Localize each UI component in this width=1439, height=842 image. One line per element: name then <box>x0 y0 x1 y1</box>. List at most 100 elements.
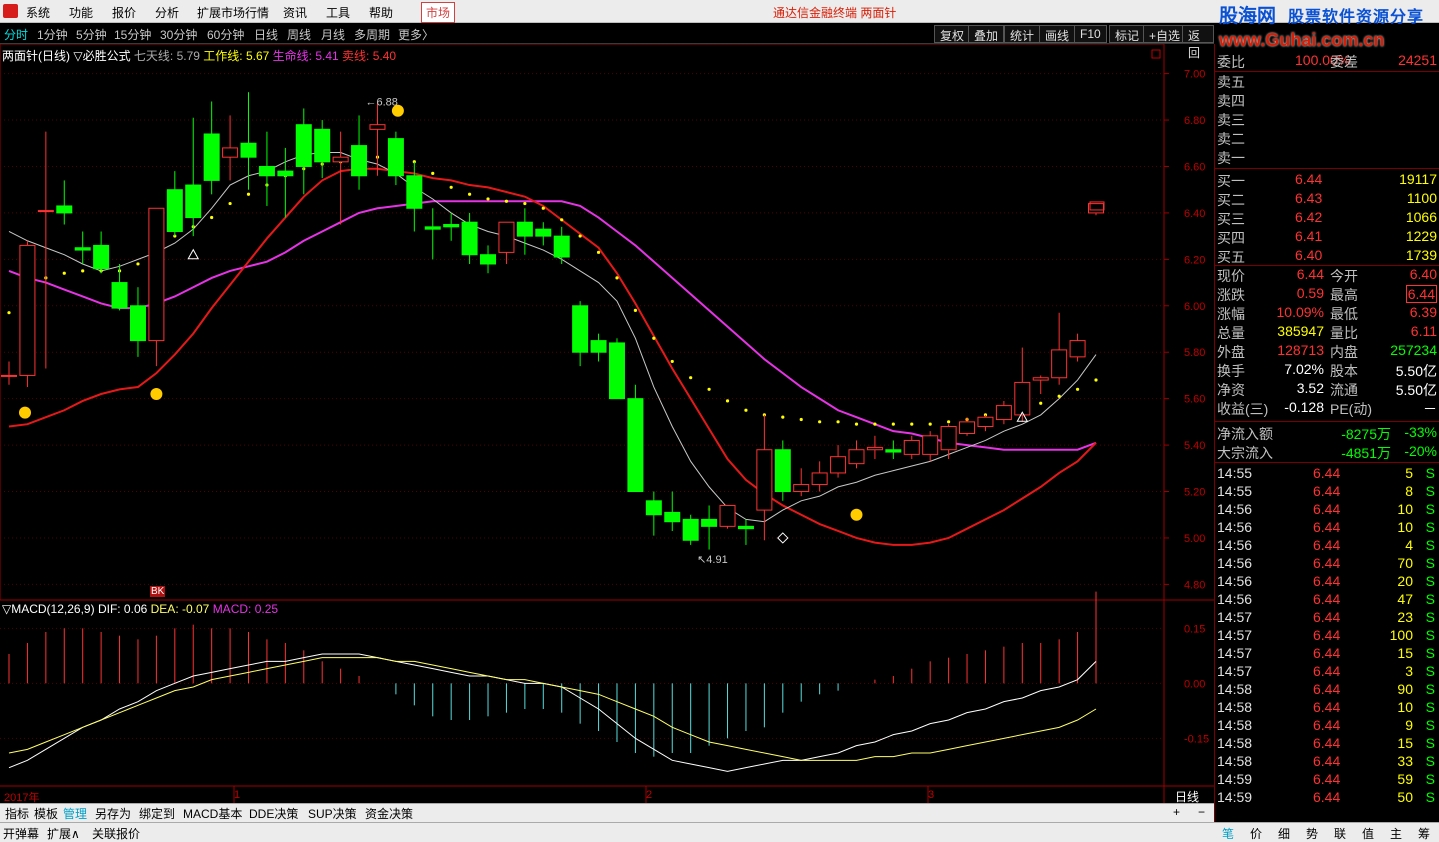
candle-body[interactable] <box>1051 349 1068 379</box>
extend-toggle[interactable]: 扩展∧ <box>47 825 80 842</box>
candle-body[interactable] <box>129 305 146 342</box>
toolbar-mark-button[interactable]: 标记 <box>1109 25 1146 43</box>
tick-row[interactable]: 14:57 6.44 23 S <box>1217 609 1439 627</box>
candle-body[interactable] <box>572 305 589 353</box>
candle-body[interactable] <box>590 340 607 353</box>
tick-row[interactable]: 14:57 6.44 3 S <box>1217 663 1439 681</box>
candle-body[interactable] <box>830 456 847 474</box>
kline-chart-svg[interactable]: 7.00 6.80 6.60 6.40 6.20 6.00 5.80 5.60 5.40 5.20… <box>0 44 1214 803</box>
toolbar-add-fav-button[interactable]: +自选 <box>1143 25 1187 43</box>
ask-row[interactable]: 卖三 <box>1217 110 1439 129</box>
candle-body[interactable] <box>793 484 810 493</box>
period-30min[interactable]: 30分钟 <box>160 26 197 43</box>
candle-body[interactable] <box>387 138 404 177</box>
candle-body[interactable] <box>516 221 533 237</box>
tick-row[interactable]: 14:55 6.44 8 S <box>1217 483 1439 501</box>
period-15min[interactable]: 15分钟 <box>114 26 151 43</box>
candle-body[interactable] <box>111 282 128 309</box>
menu-help[interactable]: 帮助 <box>369 4 393 21</box>
tick-row[interactable]: 14:57 6.44 100 S <box>1217 627 1439 645</box>
period-intraday[interactable]: 分时 <box>4 26 28 43</box>
rtab-price[interactable]: 价 <box>1250 825 1262 842</box>
candle-body[interactable] <box>977 416 994 428</box>
candle-body[interactable] <box>627 398 644 493</box>
tick-row[interactable]: 14:56 6.44 10 S <box>1217 501 1439 519</box>
tab-save-as[interactable]: 另存为 <box>92 805 134 822</box>
candle-body[interactable] <box>332 156 349 163</box>
candle-body[interactable] <box>19 244 36 376</box>
tick-row[interactable]: 14:56 6.44 20 S <box>1217 573 1439 591</box>
candle-body[interactable] <box>277 170 294 177</box>
candle-body[interactable] <box>608 342 625 400</box>
candle-body[interactable] <box>1032 377 1049 381</box>
menu-tools[interactable]: 工具 <box>326 4 350 21</box>
tab-capital[interactable]: 资金决策 <box>362 805 416 822</box>
rtab-detail[interactable]: 细 <box>1278 825 1290 842</box>
candle-body[interactable] <box>995 405 1012 421</box>
candle-body[interactable] <box>553 235 570 258</box>
market-button[interactable]: 市场 <box>421 2 456 23</box>
tick-row[interactable]: 14:56 6.44 4 S <box>1217 537 1439 555</box>
candle-body[interactable] <box>74 247 91 251</box>
bid-row[interactable]: 买四 6.41 1229 <box>1217 228 1439 247</box>
candle-body[interactable] <box>424 226 441 230</box>
candle-body[interactable] <box>203 133 220 181</box>
menu-analysis[interactable]: 分析 <box>155 4 179 21</box>
candle-body[interactable] <box>258 165 275 177</box>
period-multi[interactable]: 多周期 <box>354 26 390 43</box>
candle-body[interactable] <box>443 224 460 228</box>
period-60min[interactable]: 60分钟 <box>207 26 244 43</box>
rtab-value[interactable]: 值 <box>1362 825 1374 842</box>
candle-body[interactable] <box>664 511 681 523</box>
bid-row[interactable]: 买三 6.42 1066 <box>1217 209 1439 228</box>
candle-body[interactable] <box>1069 340 1086 358</box>
panel-maximize-icon[interactable] <box>1151 49 1161 59</box>
zoom-in-button[interactable]: + <box>1170 805 1183 819</box>
ask-row[interactable]: 卖五 <box>1217 72 1439 91</box>
candle-body[interactable] <box>406 175 423 209</box>
tab-macd-basic[interactable]: MACD基本 <box>180 805 245 822</box>
bid-row[interactable]: 买五 6.40 1739 <box>1217 247 1439 266</box>
menu-quote[interactable]: 报价 <box>112 4 136 21</box>
rtab-main[interactable]: 主 <box>1390 825 1402 842</box>
candle-body[interactable] <box>959 421 976 434</box>
candle-body[interactable] <box>351 145 368 177</box>
tab-bind-to[interactable]: 绑定到 <box>136 805 178 822</box>
bid-row[interactable]: 买二 6.43 1100 <box>1217 190 1439 209</box>
tab-indicator[interactable]: 指标 <box>2 805 32 822</box>
candle-body[interactable] <box>461 221 478 256</box>
toolbar-f10-button[interactable]: F10 <box>1074 25 1107 43</box>
menu-system[interactable]: 系统 <box>26 4 50 21</box>
menu-function[interactable]: 功能 <box>69 4 93 21</box>
candle-body[interactable] <box>148 207 165 342</box>
candle-body[interactable] <box>498 221 515 253</box>
rtab-linked[interactable]: 联 <box>1334 825 1346 842</box>
tick-row[interactable]: 14:57 6.44 15 S <box>1217 645 1439 663</box>
candle-body[interactable] <box>166 189 183 232</box>
macd-legend-name[interactable]: ▽MACD(12,26,9) <box>2 602 95 616</box>
linked-quote-toggle[interactable]: 关联报价 <box>92 825 140 842</box>
candle-body[interactable] <box>645 500 662 516</box>
ask-row[interactable]: 卖四 <box>1217 91 1439 110</box>
period-day[interactable]: 日线 <box>254 26 278 43</box>
rtab-trend[interactable]: 势 <box>1306 825 1318 842</box>
tab-template[interactable]: 模板 <box>31 805 61 822</box>
ask-row[interactable]: 卖二 <box>1217 129 1439 148</box>
candle-body[interactable] <box>719 504 736 527</box>
candle-body[interactable] <box>240 142 257 158</box>
period-month[interactable]: 月线 <box>321 26 345 43</box>
candle-body[interactable] <box>774 449 791 493</box>
candle-body[interactable] <box>185 184 202 219</box>
candle-body[interactable] <box>811 472 828 486</box>
tick-row[interactable]: 14:58 6.44 10 S <box>1217 699 1439 717</box>
candle-body[interactable] <box>535 228 552 237</box>
tick-row[interactable]: 14:58 6.44 33 S <box>1217 753 1439 771</box>
tick-row[interactable]: 14:56 6.44 10 S <box>1217 519 1439 537</box>
candle-body[interactable] <box>56 205 73 214</box>
period-week[interactable]: 周线 <box>287 26 311 43</box>
candle-body[interactable] <box>903 439 920 455</box>
tick-row[interactable]: 14:56 6.44 70 S <box>1217 555 1439 573</box>
candle-body[interactable] <box>848 449 865 465</box>
candle-body[interactable] <box>314 128 331 163</box>
candle-body[interactable] <box>701 518 718 527</box>
